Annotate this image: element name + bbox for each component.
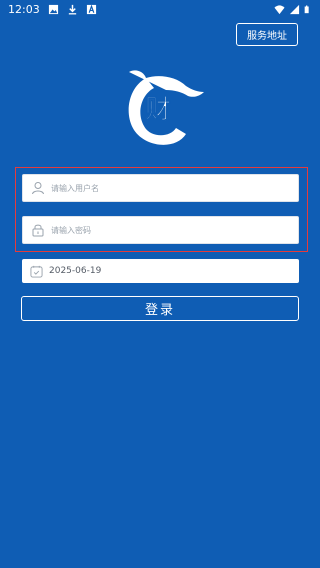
password-field[interactable]: [22, 216, 299, 244]
a-box-icon: [86, 4, 96, 14]
date-picker-field[interactable]: 2025-06-19: [22, 259, 299, 283]
login-button-label: 登录: [144, 303, 175, 318]
status-right: [274, 4, 312, 15]
login-button[interactable]: 登录: [21, 296, 299, 321]
calendar-check-icon: [30, 265, 43, 278]
password-input[interactable]: [51, 225, 281, 235]
battery-icon: [304, 5, 309, 13]
logo-glyph: 财: [145, 95, 171, 125]
username-field[interactable]: [22, 174, 299, 202]
download-icon: [68, 4, 76, 14]
signal-icon: [289, 4, 300, 14]
date-value: 2025-06-19: [49, 266, 102, 276]
user-icon: [32, 182, 44, 195]
lock-icon: [32, 224, 44, 237]
wifi-icon: [274, 4, 285, 14]
status-time: 12:03: [8, 2, 40, 16]
app-logo: 财: [128, 70, 204, 145]
status-bar: 12:03: [0, 0, 320, 18]
image-icon: [48, 4, 58, 14]
username-input[interactable]: [51, 183, 281, 193]
status-left: 12:03: [8, 3, 97, 16]
service-address-button[interactable]: 服务地址: [236, 23, 298, 46]
service-address-label: 服务地址: [247, 31, 287, 42]
